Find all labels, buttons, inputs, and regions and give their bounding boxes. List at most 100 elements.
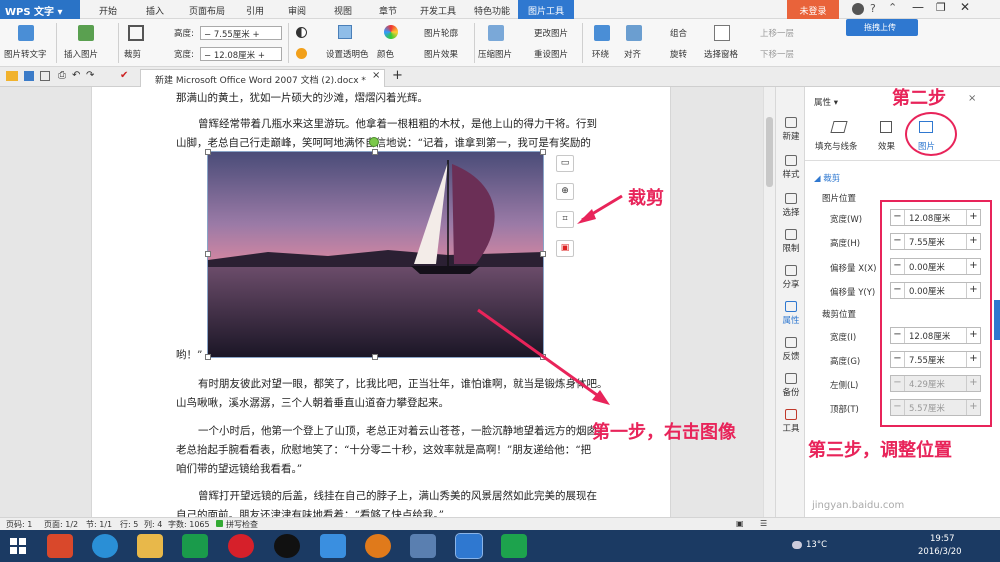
collapse-ribbon-icon[interactable]: ⌃: [888, 1, 897, 14]
zoom-image-icon[interactable]: ⊕: [556, 183, 574, 200]
restore-icon[interactable]: ❐: [936, 1, 946, 14]
print-icon[interactable]: [40, 71, 50, 81]
tab-effect[interactable]: 效果: [878, 140, 895, 152]
save-icon[interactable]: [24, 71, 34, 81]
redo-icon[interactable]: ↷: [86, 70, 94, 81]
select-pane-button[interactable]: 选择窗格: [704, 48, 738, 60]
sidebar-item-backup[interactable]: 备份: [776, 373, 806, 398]
rotate-button[interactable]: 旋转: [670, 48, 687, 60]
undo-icon[interactable]: ↶: [72, 70, 80, 81]
taskbar-date[interactable]: 2016/3/20: [918, 547, 962, 557]
tab-home[interactable]: 开始: [92, 0, 124, 19]
file-explorer-icon[interactable]: [137, 534, 163, 558]
new-tab-icon[interactable]: +: [392, 68, 403, 83]
rotate-handle-icon[interactable]: [369, 137, 379, 147]
tab-references[interactable]: 引用: [240, 0, 270, 19]
color-button[interactable]: 颜色: [377, 48, 394, 60]
image-outline-button[interactable]: 图片轮廓: [424, 27, 458, 39]
send-backward-button[interactable]: 下移一层: [760, 48, 794, 60]
sidebar-item-tools[interactable]: 工具: [776, 409, 806, 434]
open-folder-icon[interactable]: [6, 71, 18, 81]
help-icon[interactable]: ?: [870, 2, 876, 15]
resize-handle[interactable]: [540, 251, 546, 257]
print-preview-icon[interactable]: ⎙: [58, 70, 66, 81]
resize-handle[interactable]: [205, 149, 211, 155]
login-button[interactable]: 未登录: [787, 0, 839, 19]
brightness-icon[interactable]: [296, 48, 307, 59]
set-transparent-color-button[interactable]: 设置透明色: [326, 48, 369, 60]
close-icon[interactable]: ✕: [960, 0, 970, 14]
app-menu-button[interactable]: WPS 文字 ▾: [0, 0, 80, 19]
bring-forward-button[interactable]: 上移一层: [760, 27, 794, 39]
taskbar-tool-icon[interactable]: [410, 534, 436, 558]
qq-icon[interactable]: [274, 534, 300, 558]
tab-chapter[interactable]: 章节: [373, 0, 403, 19]
effect-cube-icon: [880, 121, 892, 133]
reset-image-button[interactable]: 重设图片: [534, 48, 568, 60]
ie-browser-icon[interactable]: [92, 534, 118, 558]
taskbar-app-icon[interactable]: [47, 534, 73, 558]
change-image-button[interactable]: 更改图片: [534, 27, 568, 39]
crop-button[interactable]: 裁剪: [124, 48, 141, 60]
vertical-scrollbar[interactable]: [763, 87, 775, 517]
sidebar-item-styles[interactable]: 样式: [776, 155, 806, 180]
tab-view[interactable]: 视图: [328, 0, 358, 19]
vivaldi-icon[interactable]: [228, 534, 254, 558]
wps-writer-icon[interactable]: [455, 533, 483, 559]
store-icon[interactable]: [182, 534, 208, 558]
minimize-icon[interactable]: —: [912, 0, 924, 14]
sidebar-item-new[interactable]: 新建: [776, 117, 806, 142]
image-effect-button[interactable]: 图片效果: [424, 48, 458, 60]
compress-image-button[interactable]: 压缩图片: [478, 48, 512, 60]
sidebar-item-properties[interactable]: 属性: [776, 301, 806, 326]
contrast-icon[interactable]: [296, 27, 307, 38]
image-frame-icon[interactable]: ▣: [556, 240, 574, 257]
read-mode-icon[interactable]: ☰: [760, 519, 767, 528]
spell-check-button[interactable]: 拼写检查: [226, 519, 258, 530]
panel-close-icon[interactable]: ×: [968, 93, 976, 104]
height-input[interactable]: − 7.55厘米 +: [200, 26, 282, 40]
tab-review[interactable]: 审阅: [282, 0, 312, 19]
layout-options-icon[interactable]: ▭: [556, 155, 574, 172]
crop-section-header[interactable]: ◢ 裁剪: [814, 172, 840, 184]
baidu-cloud-icon[interactable]: [320, 534, 346, 558]
selected-image[interactable]: [207, 151, 544, 358]
sidebar-item-feedback[interactable]: 反馈: [776, 337, 806, 362]
status-word-count[interactable]: 字数: 1065: [168, 519, 210, 530]
tab-developer[interactable]: 开发工具: [414, 0, 462, 19]
crop-tool-icon[interactable]: ⌗: [556, 211, 574, 228]
tab-features[interactable]: 特色功能: [468, 0, 516, 19]
taskbar-time[interactable]: 19:57: [930, 534, 955, 544]
image-to-text-button[interactable]: 图片转文字: [4, 48, 47, 60]
insert-image-button[interactable]: 插入图片: [64, 48, 98, 60]
view-mode-icon[interactable]: ▣: [736, 519, 744, 528]
sidebar-item-restrict[interactable]: 限制: [776, 229, 806, 254]
resize-handle[interactable]: [540, 149, 546, 155]
sidebar-item-share[interactable]: 分享: [776, 265, 806, 290]
resize-handle[interactable]: [372, 149, 378, 155]
upload-button[interactable]: 拖拽上传: [846, 19, 918, 36]
group-button[interactable]: 组合: [670, 27, 687, 39]
resize-handle[interactable]: [205, 251, 211, 257]
align-button[interactable]: 对齐: [624, 48, 641, 60]
resize-handle[interactable]: [540, 354, 546, 360]
tab-page-layout[interactable]: 页面布局: [183, 0, 231, 19]
skin-icon[interactable]: [852, 3, 864, 15]
tab-picture-tools[interactable]: 图片工具: [518, 0, 574, 19]
panel-collapse-tab[interactable]: [994, 300, 1000, 340]
pin-icon[interactable]: ✔: [120, 70, 128, 81]
scroll-thumb[interactable]: [766, 117, 773, 187]
panel-title[interactable]: 属性 ▾: [814, 96, 838, 108]
wps-spreadsheet-icon[interactable]: [501, 534, 527, 558]
resize-handle[interactable]: [205, 354, 211, 360]
width-input[interactable]: − 12.08厘米 +: [200, 47, 282, 61]
resize-handle[interactable]: [372, 354, 378, 360]
firefox-icon[interactable]: [365, 534, 391, 558]
start-icon[interactable]: [10, 538, 26, 554]
wrap-button[interactable]: 环绕: [592, 48, 609, 60]
sidebar-item-select[interactable]: 选择: [776, 193, 806, 218]
tab-fill-line[interactable]: 填充与线条: [815, 140, 858, 152]
tab-insert[interactable]: 插入: [140, 0, 170, 19]
document-tab[interactable]: 新建 Microsoft Office Word 2007 文档 (2).doc…: [140, 69, 385, 87]
close-tab-icon[interactable]: ×: [372, 70, 380, 81]
